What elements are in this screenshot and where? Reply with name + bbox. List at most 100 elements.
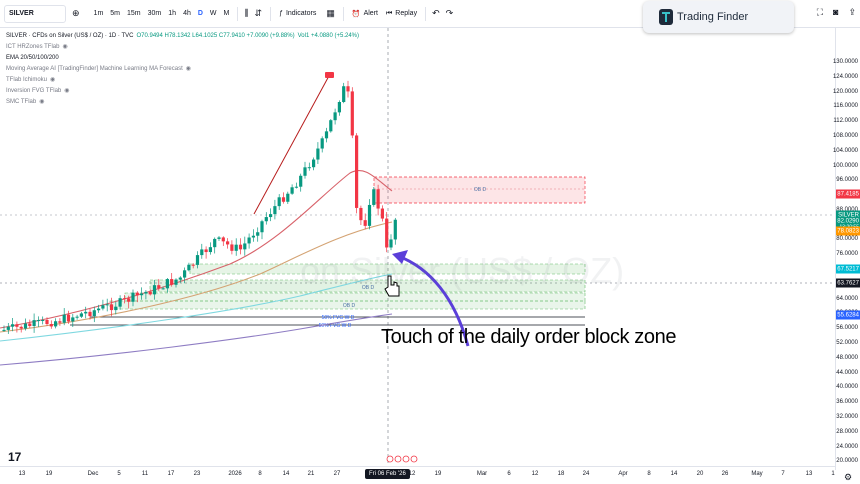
replay-button[interactable]: ⏮ Replay [386,10,417,18]
alert-button[interactable]: ⏰ Alert [352,10,378,18]
time-label: 11 [141,471,149,477]
tf-1h[interactable]: 1h [168,10,176,17]
indicator-label: Inversion FVG TFlab [6,88,62,94]
candle-body [54,321,58,327]
candle-body [122,298,126,300]
add-symbol-icon[interactable]: ⊕ [72,8,80,19]
legend-ohlc: O70.9494 H78.1342 L64.1025 C77.9410 +7.0… [136,33,295,39]
candle-body [238,244,243,250]
eye-icon[interactable]: ◉ [186,64,191,75]
alert-icon: ⏰ [351,10,361,18]
event-badge[interactable] [394,455,402,463]
candle-body [260,221,264,233]
eye-icon[interactable]: ◉ [64,86,69,97]
tf-15m[interactable]: 15m [127,10,141,17]
tf-5m[interactable]: 5m [110,10,120,17]
tf-4h[interactable]: 4h [183,10,191,17]
candle-body [62,314,66,323]
camera-icon[interactable]: ◙ [833,7,838,18]
price-label: 96.0000 [836,177,858,184]
candle-body [135,292,139,296]
eye-icon[interactable]: ◉ [62,42,67,53]
replay-label: Replay [395,10,418,17]
candle-body [187,264,191,271]
candle-body [312,159,316,168]
candle-body [286,193,290,202]
price-label: 108.0000 [832,132,858,139]
time-label: 26 [721,471,729,477]
time-label: 23 [193,471,201,477]
demand-zone[interactable] [189,263,586,275]
tf-1m[interactable]: 1m [94,10,104,17]
undo-icon[interactable]: ↶ [432,8,440,19]
candle-body [380,208,384,219]
time-label: 13 [805,471,813,477]
event-badge[interactable] [386,455,394,463]
toolbar-divider [342,6,344,21]
candle-body [101,305,105,309]
candle-body [363,220,367,226]
fullscreen-icon[interactable]: ⛶ [817,7,823,18]
eye-icon[interactable]: ◉ [50,75,55,86]
indicator-row[interactable]: SMC TFlab ◉ [6,97,359,108]
candle-body [19,326,23,329]
eye-icon[interactable]: ◉ [39,97,44,108]
symbol-search[interactable]: SILVER [4,4,66,23]
candle-body [221,237,225,242]
candle-body [226,241,230,245]
redo-icon[interactable]: ↷ [446,8,454,19]
indicator-label: ICT HRZones TFlab [6,44,60,50]
time-label: 14 [282,471,290,477]
toolbar-divider [237,6,239,21]
ob-lower2-label: OB D [343,303,356,309]
indicator-row[interactable]: Moving Average AI [TradingFinder] Machin… [6,64,359,75]
price-label: 130.0000 [832,59,858,65]
tf-30m[interactable]: 30m [148,10,162,17]
tf-w[interactable]: W [210,10,217,17]
share-icon[interactable]: ⇪ [848,7,856,18]
price-axis[interactable]: 130.0000 124.0000 120.0000 116.0000 112.0000… [832,28,860,470]
ob-lower-label: OB D [362,285,375,291]
indicator-row[interactable]: EMA 20/50/100/200 [6,53,359,64]
candle-body [97,308,101,311]
time-label: 18 [557,471,565,477]
time-label: May [751,471,763,477]
time-axis[interactable]: Fri 06 Feb '26 13 19 Dec 5 11 17 23 2026 8 14 21 27… [0,466,835,484]
candle-body [178,277,182,280]
candle-body [281,197,286,202]
candle-body [243,243,247,250]
candle-body [183,270,187,278]
time-label: 20 [696,471,704,477]
gear-icon[interactable]: ⚙ [844,472,852,483]
candle-body [256,232,260,236]
indicators-button[interactable]: ƒ Indicators [279,10,316,17]
tf-m[interactable]: M [224,10,230,17]
candle-body [195,255,200,265]
legend-volume: Vol1 +4.0880 (+5.24%) [297,33,359,39]
event-badge[interactable] [402,455,410,463]
candle-body [251,235,255,238]
indicator-row[interactable]: TFlab Ichimoku ◉ [6,75,359,86]
indicator-row[interactable]: Inversion FVG TFlab ◉ [6,86,359,97]
price-label: 36.0000 [836,399,858,406]
candle-body [367,204,372,226]
time-label: 8 [647,471,651,477]
indicator-row[interactable]: ICT HRZones TFlab ◉ [6,42,359,53]
compare-icon[interactable]: ⇵ [255,8,263,19]
time-label: 12 [531,471,539,477]
price-label: 52.0000 [836,340,858,346]
event-badge[interactable] [410,455,418,463]
candle-body [88,311,92,317]
candle-body [329,120,333,132]
candle-body [294,186,298,188]
tf-d[interactable]: D [198,10,203,17]
price-label: 116.0000 [833,103,858,110]
candle-body [333,112,337,121]
candles-icon[interactable]: ⫼ [244,8,248,19]
candle-body [6,326,10,330]
templates-icon[interactable]: ▦ [326,8,335,19]
time-label: 6 [507,471,511,477]
candle-body [324,131,329,139]
candle-body [389,239,393,248]
demand-zone[interactable] [124,292,586,302]
